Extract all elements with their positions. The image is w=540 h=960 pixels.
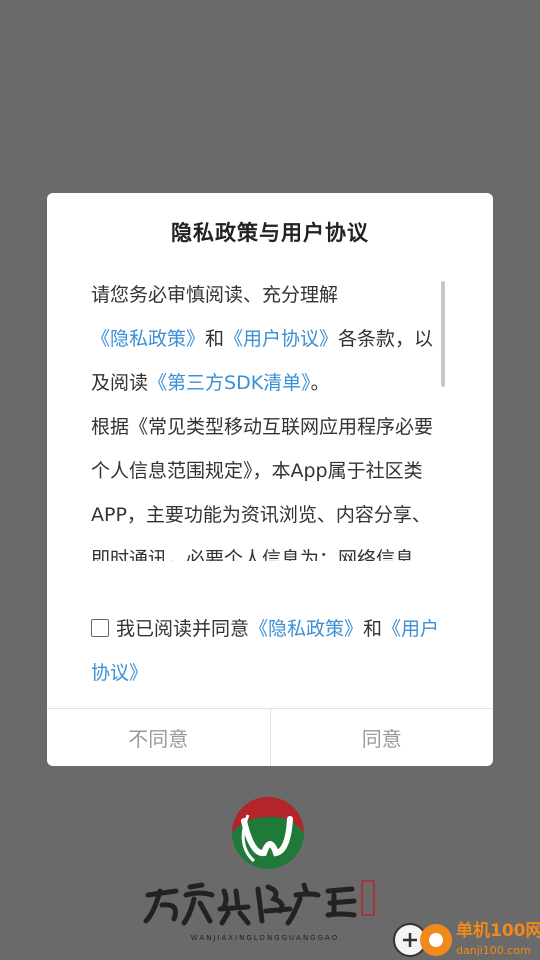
policy-content: 请您务必审慎阅读、充分理解《隐私政策》和《用户协议》各条款，以及阅读《第三方SD… — [91, 273, 443, 561]
paragraph-text: 请您务必审慎阅读、充分理解 — [91, 284, 339, 306]
agree-row: 我已阅读并同意《隐私政策》和《用户协议》 — [91, 607, 447, 695]
app-logo: WANJIAXINGLONGGUANGGAO — [143, 797, 375, 942]
agree-text: 我已阅读并同意 — [116, 618, 250, 640]
dialog-buttons: 不同意 同意 — [47, 708, 493, 766]
logo-pinyin: WANJIAXINGLONGGUANGGAO — [191, 934, 339, 942]
agree-privacy-policy-link[interactable]: 《隐私政策》 — [249, 618, 363, 640]
agree-button[interactable]: 同意 — [271, 709, 494, 766]
content-scrollbar[interactable] — [441, 281, 445, 387]
logo-emblem-icon — [232, 797, 304, 869]
logo-calligraphy-icon — [143, 882, 357, 926]
paragraph-text: 。 — [310, 372, 330, 394]
paragraph-text: 和 — [205, 328, 225, 350]
privacy-dialog: 隐私政策与用户协议 请您务必审慎阅读、充分理解《隐私政策》和《用户协议》各条款，… — [47, 193, 493, 766]
watermark-name: 单机100网 — [456, 920, 540, 941]
disagree-button[interactable]: 不同意 — [47, 709, 271, 766]
policy-content-scroll[interactable]: 请您务必审慎阅读、充分理解《隐私政策》和《用户协议》各条款，以及阅读《第三方SD… — [91, 273, 443, 561]
agree-checkbox[interactable] — [91, 619, 109, 637]
agree-and-text: 和 — [363, 618, 383, 640]
dialog-title: 隐私政策与用户协议 — [171, 221, 369, 245]
site-watermark: 单机100网 danji100.com — [393, 920, 540, 957]
policy-paragraph-2: 根据《常见类型移动互联网应用程序必要个人信息范围规定》，本App属于社区类APP… — [91, 416, 434, 561]
policy-paragraph-1: 请您务必审慎阅读、充分理解《隐私政策》和《用户协议》各条款，以及阅读《第三方SD… — [91, 273, 443, 405]
watermark-url: danji100.com — [456, 944, 531, 957]
privacy-policy-link[interactable]: 《隐私政策》 — [91, 328, 205, 350]
third-party-sdk-link[interactable]: 《第三方SDK清单》 — [148, 372, 311, 394]
logo-seal-icon — [361, 880, 375, 916]
user-agreement-link[interactable]: 《用户协议》 — [224, 328, 338, 350]
